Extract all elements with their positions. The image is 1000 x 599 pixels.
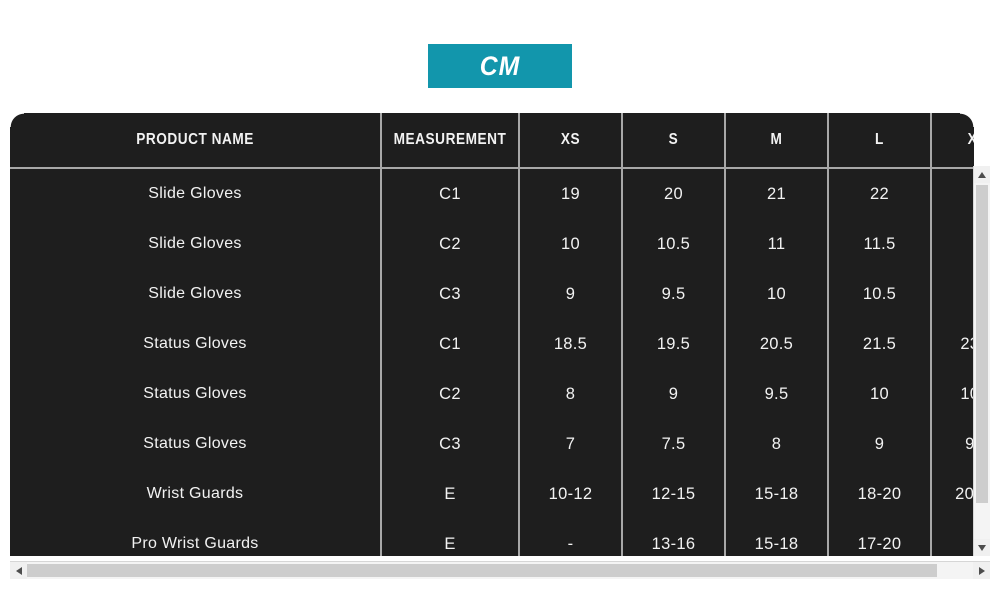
- cell-l: 21.5: [828, 319, 932, 369]
- cell-xl: -: [931, 168, 974, 219]
- cell-s: 19.5: [622, 319, 726, 369]
- size-chart-page: CM PRODUCT NAME MEASUREMENT XS S M L Sli…: [0, 0, 1000, 599]
- cell-l: 17-20: [828, 519, 932, 556]
- size-chart-table-container: PRODUCT NAME MEASUREMENT XS S M L XL Sli…: [10, 113, 990, 556]
- table-row: Status Gloves C1 18.5 19.5 20.5 21.5 23.…: [10, 319, 974, 369]
- cell-l: 18-20: [828, 469, 932, 519]
- cell-measurement: C3: [381, 269, 520, 319]
- cell-l: 10.5: [828, 269, 932, 319]
- cell-product-name: Wrist Guards: [10, 469, 382, 519]
- cell-m: 9.5: [725, 369, 829, 419]
- cell-measurement: E: [381, 519, 520, 556]
- cell-xs: 8: [519, 369, 623, 419]
- table-row: Slide Gloves C3 9 9.5 10 10.5 -: [10, 269, 974, 319]
- triangle-up-icon: [978, 171, 986, 178]
- cell-s: 20: [622, 168, 726, 219]
- table-scroll-viewport[interactable]: PRODUCT NAME MEASUREMENT XS S M L XL Sli…: [10, 113, 974, 556]
- table-row: Slide Gloves C1 19 20 21 22 -: [10, 168, 974, 219]
- cell-s: 13-16: [622, 519, 726, 556]
- cell-s: 10.5: [622, 219, 726, 269]
- cell-xs: 7: [519, 419, 623, 469]
- cell-xs: -: [519, 519, 623, 556]
- table-row: Status Gloves C2 8 9 9.5 10 10.5: [10, 369, 974, 419]
- cell-xl: 23.5: [931, 319, 974, 369]
- cell-xs: 19: [519, 168, 623, 219]
- scroll-left-button[interactable]: [10, 562, 27, 579]
- column-header-measurement[interactable]: MEASUREMENT: [389, 113, 512, 169]
- cell-xs: 18.5: [519, 319, 623, 369]
- table-row: Slide Gloves C2 10 10.5 11 11.5 -: [10, 219, 974, 269]
- unit-tab-bar: CM: [0, 44, 1000, 88]
- cell-m: 11: [725, 219, 829, 269]
- table-row: Wrist Guards E 10-12 12-15 15-18 18-20 2…: [10, 469, 974, 519]
- cell-xs: 10: [519, 219, 623, 269]
- triangle-left-icon: [15, 566, 22, 575]
- cell-s: 7.5: [622, 419, 726, 469]
- cell-product-name: Pro Wrist Guards: [10, 519, 382, 556]
- cell-l: 9: [828, 419, 932, 469]
- column-header-m[interactable]: M: [731, 113, 823, 169]
- scroll-down-button[interactable]: [974, 539, 990, 556]
- vertical-scrollbar[interactable]: [973, 166, 990, 556]
- triangle-right-icon: [978, 566, 985, 575]
- cell-l: 22: [828, 168, 932, 219]
- unit-tab-cm[interactable]: CM: [428, 44, 572, 88]
- table-row: Status Gloves C3 7 7.5 8 9 9.5: [10, 419, 974, 469]
- cell-xl: -: [931, 269, 974, 319]
- cell-product-name: Status Gloves: [10, 369, 382, 419]
- cell-xl: 10.5: [931, 369, 974, 419]
- table-row: Pro Wrist Guards E - 13-16 15-18 17-20 -: [10, 519, 974, 556]
- cell-measurement: C3: [381, 419, 520, 469]
- unit-tab-label: CM: [479, 50, 521, 81]
- cell-m: 8: [725, 419, 829, 469]
- cell-m: 21: [725, 168, 829, 219]
- cell-s: 9.5: [622, 269, 726, 319]
- cell-measurement: C1: [381, 168, 520, 219]
- cell-s: 9: [622, 369, 726, 419]
- scroll-up-button[interactable]: [974, 166, 990, 183]
- cell-product-name: Slide Gloves: [10, 219, 382, 269]
- cell-xl: -: [931, 219, 974, 269]
- table-body: Slide Gloves C1 19 20 21 22 - Slide Glov…: [10, 168, 974, 556]
- cell-m: 10: [725, 269, 829, 319]
- scroll-right-button[interactable]: [973, 562, 990, 579]
- cell-measurement: C1: [381, 319, 520, 369]
- cell-s: 12-15: [622, 469, 726, 519]
- cell-xl: 9.5: [931, 419, 974, 469]
- table-header: PRODUCT NAME MEASUREMENT XS S M L XL: [10, 113, 974, 169]
- cell-l: 10: [828, 369, 932, 419]
- column-header-s[interactable]: S: [628, 113, 720, 169]
- horizontal-scrollbar[interactable]: [10, 561, 990, 579]
- cell-xs: 10-12: [519, 469, 623, 519]
- cell-measurement: C2: [381, 369, 520, 419]
- table-header-row: PRODUCT NAME MEASUREMENT XS S M L XL: [10, 113, 974, 169]
- cell-m: 15-18: [725, 519, 829, 556]
- cell-product-name: Slide Gloves: [10, 269, 382, 319]
- vertical-scrollbar-thumb[interactable]: [976, 185, 988, 503]
- cell-measurement: C2: [381, 219, 520, 269]
- cell-xl: -: [931, 519, 974, 556]
- column-header-xl[interactable]: XL: [936, 113, 974, 169]
- cell-product-name: Slide Gloves: [10, 168, 382, 219]
- cell-xl: 20-23: [931, 469, 974, 519]
- horizontal-scrollbar-thumb[interactable]: [27, 564, 937, 577]
- cell-m: 20.5: [725, 319, 829, 369]
- column-header-product-name[interactable]: PRODUCT NAME: [32, 113, 360, 169]
- cell-product-name: Status Gloves: [10, 419, 382, 469]
- cell-m: 15-18: [725, 469, 829, 519]
- cell-xs: 9: [519, 269, 623, 319]
- triangle-down-icon: [978, 544, 986, 551]
- size-chart-table: PRODUCT NAME MEASUREMENT XS S M L XL Sli…: [10, 113, 974, 556]
- cell-l: 11.5: [828, 219, 932, 269]
- cell-measurement: E: [381, 469, 520, 519]
- cell-product-name: Status Gloves: [10, 319, 382, 369]
- column-header-xs[interactable]: XS: [525, 113, 617, 169]
- column-header-l[interactable]: L: [834, 113, 926, 169]
